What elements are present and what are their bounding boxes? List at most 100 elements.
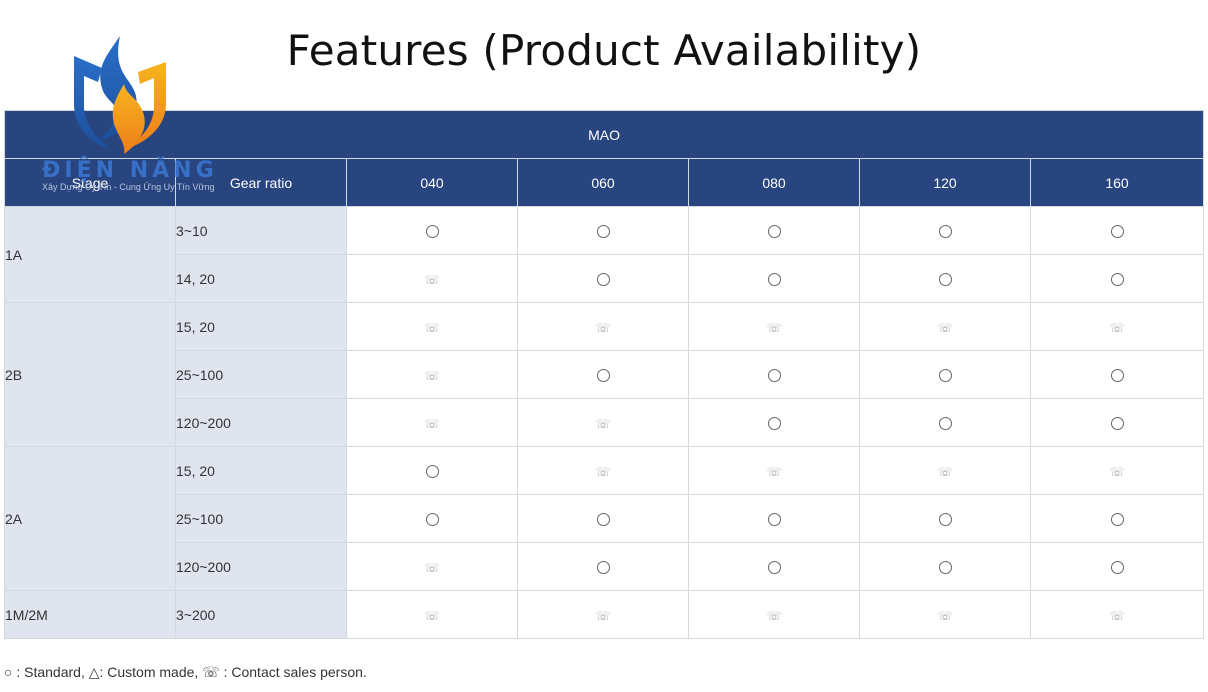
- size-header: 120: [859, 158, 1031, 207]
- availability-cell: ☏: [517, 302, 689, 351]
- gear-ratio-cell: 3~200: [175, 590, 347, 639]
- phone-icon: ☏: [424, 368, 440, 383]
- availability-cell: ☏: [688, 590, 860, 639]
- availability-cell: [859, 542, 1031, 591]
- circle-icon: [938, 417, 952, 431]
- size-header: 080: [688, 158, 860, 207]
- availability-cell: [859, 254, 1031, 303]
- availability-cell: ☏: [859, 446, 1031, 495]
- availability-cell: [1029, 494, 1205, 543]
- availability-cell: ☏: [859, 302, 1031, 351]
- phone-icon: ☏: [424, 560, 440, 575]
- table-row: 25~100 ☏: [5, 350, 1205, 399]
- availability-cell: ☏: [517, 446, 689, 495]
- circle-icon: [425, 513, 439, 527]
- availability-cell: ☏: [1029, 302, 1205, 351]
- gear-ratio-cell: 25~100: [175, 350, 347, 399]
- availability-cell: [688, 494, 860, 543]
- size-header: 160: [1029, 158, 1205, 207]
- phone-icon: ☏: [595, 608, 611, 623]
- availability-cell: [346, 206, 518, 255]
- availability-cell: ☏: [517, 398, 689, 447]
- circle-icon: [425, 225, 439, 239]
- legend-note: ○ : Standard, △: Custom made, ☏ : Contac…: [4, 664, 367, 680]
- gear-ratio-cell: 3~10: [175, 206, 347, 255]
- phone-icon: ☏: [1109, 608, 1125, 623]
- phone-icon: ☏: [595, 464, 611, 479]
- availability-cell: [1029, 206, 1205, 255]
- phone-icon: ☏: [595, 320, 611, 335]
- circle-icon: [1110, 369, 1124, 383]
- availability-cell: [346, 446, 518, 495]
- stage-header: Stage: [4, 158, 176, 207]
- phone-icon: ☏: [424, 416, 440, 431]
- availability-cell: [1029, 398, 1205, 447]
- phone-icon: ☏: [766, 464, 782, 479]
- phone-icon: ☏: [1109, 464, 1125, 479]
- phone-icon: ☏: [424, 608, 440, 623]
- circle-icon: [938, 561, 952, 575]
- availability-cell: ☏: [346, 302, 518, 351]
- availability-cell: [517, 494, 689, 543]
- availability-cell: ☏: [688, 446, 860, 495]
- availability-cell: ☏: [1029, 590, 1205, 639]
- phone-icon: ☏: [424, 272, 440, 287]
- table-row: 1A 3~10: [4, 206, 1205, 303]
- availability-cell: [517, 254, 689, 303]
- gear-ratio-cell: 14, 20: [175, 254, 347, 303]
- availability-cell: ☏: [346, 542, 518, 591]
- availability-cell: ☏: [346, 590, 518, 639]
- circle-icon: [596, 225, 610, 239]
- availability-cell: [859, 206, 1031, 255]
- gear-ratio-cell: 25~100: [175, 494, 347, 543]
- availability-cell: [517, 350, 689, 399]
- table-body: 1A 3~10 14, 20 ☏ 2B 15, 20 ☏ ☏ ☏ ☏ ☏ 25~100 ☏ 120~200…: [4, 206, 1205, 639]
- phone-icon: ☏: [766, 320, 782, 335]
- circle-icon: [1110, 225, 1124, 239]
- circle-icon: [938, 225, 952, 239]
- table-row: 2B 15, 20 ☏ ☏ ☏ ☏ ☏: [4, 302, 1205, 447]
- circle-icon: [1110, 561, 1124, 575]
- circle-icon: [767, 561, 781, 575]
- stage-cell: 2B: [4, 302, 176, 447]
- table-row: 120~200 ☏ ☏: [5, 398, 1205, 447]
- phone-icon: ☏: [937, 320, 953, 335]
- phone-icon: ☏: [424, 320, 440, 335]
- circle-icon: [1110, 417, 1124, 431]
- availability-cell: [517, 206, 689, 255]
- circle-icon: [767, 417, 781, 431]
- size-header: 060: [517, 158, 689, 207]
- availability-cell: [517, 542, 689, 591]
- circle-icon: [767, 513, 781, 527]
- circle-icon: [938, 273, 952, 287]
- circle-icon: [596, 369, 610, 383]
- gear-ratio-cell: 15, 20: [175, 446, 347, 495]
- availability-cell: ☏: [1029, 446, 1205, 495]
- availability-cell: ☏: [688, 302, 860, 351]
- phone-icon: ☏: [937, 464, 953, 479]
- circle-icon: [767, 369, 781, 383]
- circle-icon: [938, 369, 952, 383]
- stage-cell: 1M/2M: [4, 590, 176, 639]
- availability-cell: [688, 398, 860, 447]
- availability-cell: ☏: [346, 350, 518, 399]
- gear-ratio-cell: 120~200: [175, 542, 347, 591]
- circle-icon: [767, 225, 781, 239]
- phone-icon: ☏: [595, 416, 611, 431]
- circle-icon: [596, 273, 610, 287]
- circle-icon: [425, 465, 439, 479]
- availability-cell: [346, 494, 518, 543]
- circle-icon: [767, 273, 781, 287]
- availability-cell: [859, 350, 1031, 399]
- availability-cell: ☏: [517, 590, 689, 639]
- table-row: 1M/2M 3~200 ☏ ☏ ☏ ☏ ☏: [4, 590, 1205, 639]
- table-row: 120~200 ☏: [5, 542, 1205, 591]
- availability-cell: [688, 542, 860, 591]
- availability-cell: ☏: [859, 590, 1031, 639]
- availability-cell: [1029, 542, 1205, 591]
- circle-icon: [596, 561, 610, 575]
- availability-cell: [688, 254, 860, 303]
- stage-cell: 2A: [4, 446, 176, 591]
- page-title: Features (Product Availability): [286, 26, 922, 75]
- availability-cell: ☏: [346, 398, 518, 447]
